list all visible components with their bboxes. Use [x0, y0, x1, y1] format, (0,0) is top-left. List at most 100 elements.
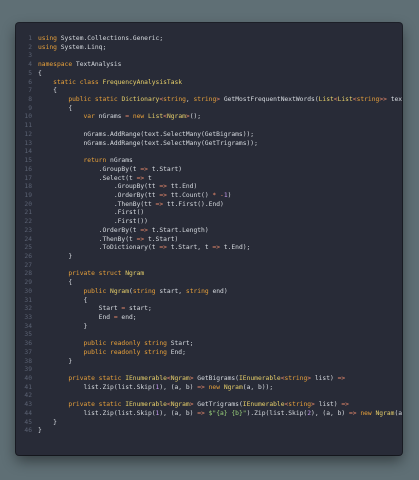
code-token: Ngram — [170, 401, 190, 409]
code-token: Ngram — [170, 375, 190, 383]
line-number: 29 — [24, 279, 32, 287]
code-token: } — [38, 427, 42, 435]
line-number: 39 — [24, 366, 32, 374]
code-token: Ngram — [375, 409, 395, 417]
code-token: list.Zip(list.Skip( — [38, 383, 156, 391]
code-line: 18 .GroupBy(tt => tt.End) — [16, 183, 402, 192]
code-line: 33 End = end; — [16, 314, 402, 323]
code-token: t — [144, 174, 152, 182]
code-token: IEnumerable — [242, 401, 285, 409]
code-token: nGrams.AddRange(text.SelectMany(GetBigra… — [38, 130, 255, 138]
code-token: Ngram — [166, 113, 186, 121]
code-token: end) — [208, 287, 228, 295]
code-line: 16 .GroupBy(t => t.Start) — [16, 166, 402, 175]
code-token: GetTrigrams( — [193, 401, 243, 409]
code-token: .OrderBy(tt — [38, 191, 160, 199]
line-number: 38 — [24, 357, 32, 365]
code-token: var — [83, 113, 95, 121]
line-number: 24 — [24, 235, 32, 243]
code-token: ).Zip(list.Skip( — [246, 409, 308, 417]
code-token: GetBigrams( — [193, 375, 239, 383]
line-number: 9 — [28, 104, 32, 112]
code-token: (a, b)); — [242, 383, 274, 391]
code-token: (); — [189, 113, 202, 121]
code-token: => — [212, 244, 221, 252]
code-line: 35 — [16, 331, 402, 340]
code-token: (a, b)); — [394, 409, 402, 417]
code-token: Ngram — [125, 270, 145, 278]
code-token: string — [144, 348, 167, 356]
code-token: string — [185, 287, 209, 295]
code-line: 17 .Select(t => t — [16, 175, 402, 184]
code-line: 4 namespace TextAnalysis — [16, 61, 402, 70]
code-token: tt.End) — [166, 183, 198, 191]
code-line: 41 list.Zip(list.Skip(1), (a, b) => new … — [16, 384, 402, 393]
code-token: public readonly — [83, 340, 141, 348]
code-line: 46} — [16, 427, 402, 436]
code-token: End; — [166, 348, 186, 356]
code-token: Start — [38, 305, 122, 313]
line-number: 20 — [24, 200, 32, 208]
code-token: .GroupBy(t — [38, 165, 141, 173]
code-token: Ngram — [223, 383, 243, 391]
code-token: ), (a, b) — [159, 409, 198, 417]
code-token: .ToDictionary(t — [38, 244, 160, 252]
code-token: => — [159, 183, 167, 191]
code-token: => — [159, 244, 167, 252]
code-token: static class — [53, 78, 99, 86]
code-block[interactable]: 1 using System.Collections.Generic; 2 using… — [16, 35, 402, 436]
code-line: 38 } — [16, 358, 402, 367]
code-line: 22 .First()) — [16, 218, 402, 227]
code-token: => — [197, 409, 205, 417]
code-token: List — [318, 96, 334, 104]
code-token: >> — [379, 96, 387, 104]
code-editor-window: 1 using System.Collections.Generic; 2 using… — [16, 23, 402, 455]
code-token: end; — [117, 314, 137, 321]
line-number: 28 — [24, 270, 32, 278]
line-number: 12 — [24, 130, 32, 138]
code-token: } — [38, 252, 73, 260]
code-token: .Select(t — [38, 174, 137, 182]
code-token: => — [197, 383, 205, 391]
code-line: 21 .First() — [16, 209, 402, 218]
line-number: 26 — [24, 252, 32, 260]
code-token: private struct — [68, 270, 122, 278]
line-number: 45 — [24, 418, 32, 426]
code-token: private static — [68, 375, 122, 383]
code-token: FrequencyAnalysisTask — [102, 78, 183, 86]
code-token: IEnumerable — [125, 401, 167, 409]
code-token: List — [147, 113, 164, 121]
line-number: 30 — [24, 287, 32, 295]
line-number: 35 — [24, 331, 32, 339]
code-token: string — [284, 375, 308, 383]
code-token: tt.First().End) — [163, 200, 224, 208]
line-number: 40 — [24, 375, 32, 383]
code-line: 24 .ThenBy(t => t.Start) — [16, 236, 402, 245]
line-number: 8 — [28, 96, 32, 104]
code-token: tt.Count() — [166, 191, 213, 199]
code-token: list) — [311, 375, 338, 383]
code-line: 29 { — [16, 279, 402, 288]
code-line: 10 var nGrams = new List<Ngram>(); — [16, 113, 402, 122]
code-token: } — [38, 418, 57, 426]
code-token: Dictionary — [121, 96, 160, 104]
code-line: 5{ — [16, 70, 402, 79]
code-line: 9 { — [16, 105, 402, 114]
code-token: nGrams.AddRange(text.SelectMany(GetTrigr… — [38, 139, 258, 147]
line-number: 7 — [28, 87, 32, 95]
code-token: string — [132, 287, 156, 295]
code-token: .ThenBy(tt — [38, 200, 156, 208]
code-token: => — [140, 165, 148, 173]
code-token: .First() — [38, 209, 145, 217]
code-token: IEnumerable — [125, 375, 167, 383]
code-line: 42 — [16, 392, 402, 401]
line-number: 16 — [24, 165, 32, 173]
code-token: namespace — [38, 61, 73, 69]
line-number: 4 — [28, 61, 32, 69]
line-number: 41 — [24, 383, 32, 391]
line-number: 31 — [24, 296, 32, 304]
code-token: => — [348, 409, 357, 417]
